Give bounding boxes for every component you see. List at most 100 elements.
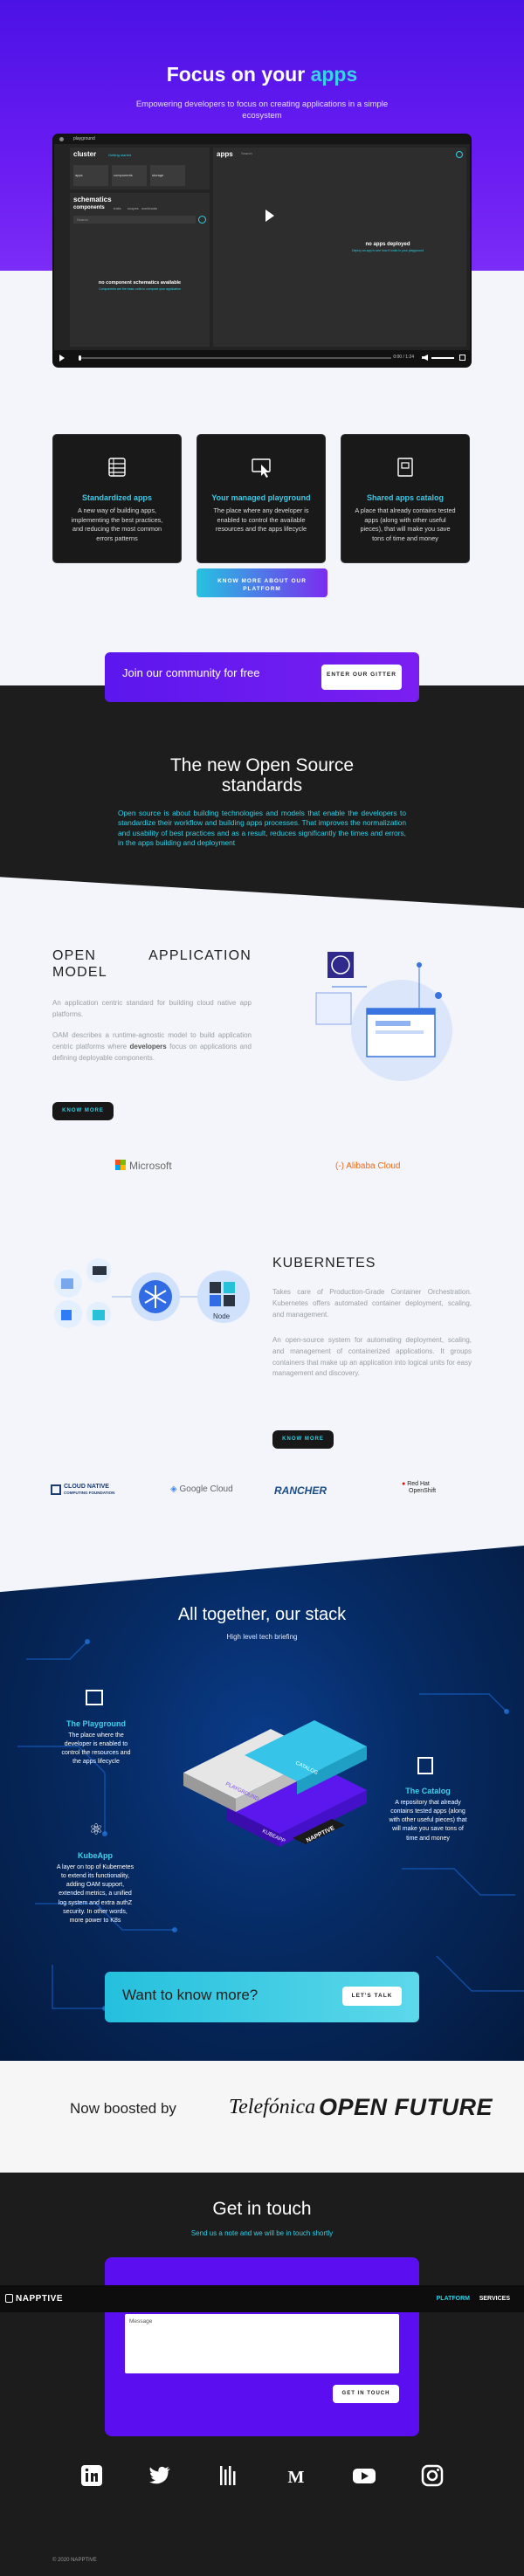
podcast-icon[interactable] [215, 2462, 241, 2489]
contact-subtitle: Send us a note and we will be in touch s… [190, 2229, 334, 2237]
kubernetes-illustration: Node [54, 1258, 250, 1328]
hero-title: Focus on your apps [166, 63, 358, 86]
cluster-sub: Getting started [108, 153, 132, 157]
play-button-icon[interactable] [59, 355, 65, 362]
open-future-logo: OPEN FUTURE [319, 2094, 493, 2120]
feature-desc: A new way of building apps, implementing… [71, 506, 163, 542]
boosted-text: Now boosted by [70, 2100, 176, 2117]
feature-title: Shared apps catalog [366, 493, 445, 502]
microsoft-label: Microsoft [129, 1160, 172, 1172]
no-apps-title: no apps deployed [365, 242, 410, 247]
instagram-icon[interactable] [419, 2462, 445, 2489]
twitter-icon[interactable] [147, 2462, 173, 2489]
hero-subtitle: Empowering developers to focus on creati… [135, 100, 389, 121]
youtube-icon[interactable] [351, 2462, 377, 2489]
feature-desc: The place where any developer is enabled… [213, 506, 309, 534]
components-search[interactable]: Search [73, 216, 196, 224]
catalog-label: The Catalog A repository that already con… [389, 1787, 467, 1842]
node-label: Node [213, 1312, 231, 1320]
rancher-logo: RANCHER [274, 1484, 327, 1497]
sticky-navbar: NAPPTIVE PLATFORM SERVICES [0, 2285, 524, 2312]
feature-card-playground: Your managed playground The place where … [196, 434, 326, 563]
open-source-text: Open source is about building technologi… [118, 809, 406, 848]
components-tab[interactable]: components [73, 205, 105, 210]
progress-bar[interactable] [79, 355, 391, 361]
feature-title: Standardized apps [81, 493, 152, 502]
oam-illustration [315, 952, 452, 1081]
schematics-label: schematics [73, 196, 112, 203]
alibaba-cloud-logo: (-) Alibaba Cloud [335, 1161, 401, 1171]
kubernetes-know-more-button[interactable]: KNOW MORE [272, 1430, 334, 1449]
enter-gitter-button[interactable]: ENTER OUR GITTER [321, 665, 402, 690]
stat-apps: apps [73, 165, 108, 186]
playground-label: The Playground The place where the develo… [61, 1719, 131, 1766]
nav-services[interactable]: SERVICES [479, 2296, 510, 2302]
feature-title: Your managed playground [211, 493, 311, 502]
medium-icon[interactable]: M [283, 2462, 309, 2489]
kubernetes-title: KUBERNETES [272, 1256, 376, 1271]
stack-layers-illustration: CATALOG PLAYGROUND KUBEAPP NAPPTIVE [183, 1720, 367, 1847]
community-text: Join our community for free [122, 666, 260, 679]
feature-card-catalog: Shared apps catalog A place that already… [341, 434, 470, 563]
nav-platform[interactable]: PLATFORM [437, 2296, 470, 2302]
navbar-logo[interactable]: NAPPTIVE [16, 2294, 63, 2304]
demo-video-player[interactable]: playground cluster Getting started apps … [52, 134, 472, 368]
workloads-tab[interactable]: workloads [141, 206, 157, 210]
app-logo-icon [59, 137, 64, 141]
message-field[interactable]: Message [125, 2314, 399, 2373]
apps-label: apps [217, 150, 233, 158]
scopes-tab[interactable]: scopes [128, 206, 139, 210]
playground-icon [86, 1690, 103, 1705]
oam-paragraph-2: OAM describes a runtime-agnostic model t… [52, 1031, 252, 1062]
apps-search[interactable]: Search [239, 151, 453, 157]
no-components-sub: Components are the basic units to compos… [99, 287, 181, 291]
no-components-title: no component schematics available [98, 280, 182, 286]
talk-banner: Want to know more? LET'S TALK [105, 1972, 419, 2022]
player-topbar [54, 135, 470, 144]
community-banner: Join our community for free ENTER OUR GI… [105, 652, 419, 702]
stack-subtitle: High level tech briefing [226, 1633, 298, 1641]
stat-components: components [112, 165, 147, 186]
cluster-pane: cluster Getting started apps components … [70, 148, 210, 189]
server-icon [108, 458, 126, 477]
time-display: 0:00 / 1:24 [393, 355, 414, 360]
add-icon[interactable] [198, 216, 206, 224]
copyright: © 2020 NAPPTIVE [52, 2558, 97, 2563]
add-app-icon[interactable] [456, 151, 463, 158]
open-source-section [0, 685, 524, 908]
know-more-platform-button[interactable]: KNOW MORE ABOUT OUR PLATFORM [196, 568, 328, 597]
lets-talk-button[interactable]: LET'S TALK [342, 1987, 402, 2006]
contact-title: Get in touch [212, 2199, 312, 2219]
feature-desc: A place that already contains tested app… [355, 506, 456, 542]
traits-tab[interactable]: traits [114, 206, 121, 210]
cluster-label: cluster [73, 150, 97, 158]
catalog-icon-stack [417, 1757, 433, 1774]
feature-card-standardized: Standardized apps A new way of building … [52, 434, 182, 563]
catalog-icon [397, 458, 413, 477]
volume-slider[interactable] [431, 357, 454, 359]
fullscreen-icon[interactable] [459, 355, 465, 361]
stack-title: All together, our stack [177, 1605, 347, 1624]
napptive-logo-icon [5, 2294, 13, 2303]
get-in-touch-button[interactable]: GET IN TOUCH [333, 2385, 399, 2403]
talk-text: Want to know more? [122, 1987, 259, 2003]
contact-form: Message GET IN TOUCH [105, 2257, 419, 2436]
video-controls: 0:00 / 1:24 [54, 350, 470, 366]
apps-pane: apps Search no apps deployed Deploy an a… [213, 148, 466, 347]
open-source-title: The new Open Source standards [169, 755, 355, 796]
stat-storage: storage [150, 165, 185, 186]
oam-know-more-button[interactable]: KNOW MORE [52, 1102, 114, 1120]
volume-icon[interactable] [422, 355, 428, 361]
google-cloud-logo: ◈ Google Cloud [170, 1484, 233, 1494]
openshift-logo: ● Red Hat OpenShift [402, 1481, 437, 1495]
kubernetes-paragraph-2: An open-source system for automating dep… [272, 1336, 472, 1378]
atom-icon: ⚛ [88, 1821, 104, 1838]
cursor-window-icon [252, 458, 271, 478]
kubernetes-paragraph-1: Takes care of Production-Grade Container… [272, 1288, 472, 1319]
play-icon[interactable] [265, 210, 274, 222]
schematics-pane: schematics components traits scopes work… [70, 193, 210, 347]
oam-title: OPEN APPLICATION MODEL [52, 948, 252, 981]
kubeapp-label: KubeApp A layer on top of Kubernetes to e… [56, 1851, 134, 1924]
svg-text:M: M [288, 2468, 305, 2487]
linkedin-icon[interactable] [79, 2462, 105, 2489]
